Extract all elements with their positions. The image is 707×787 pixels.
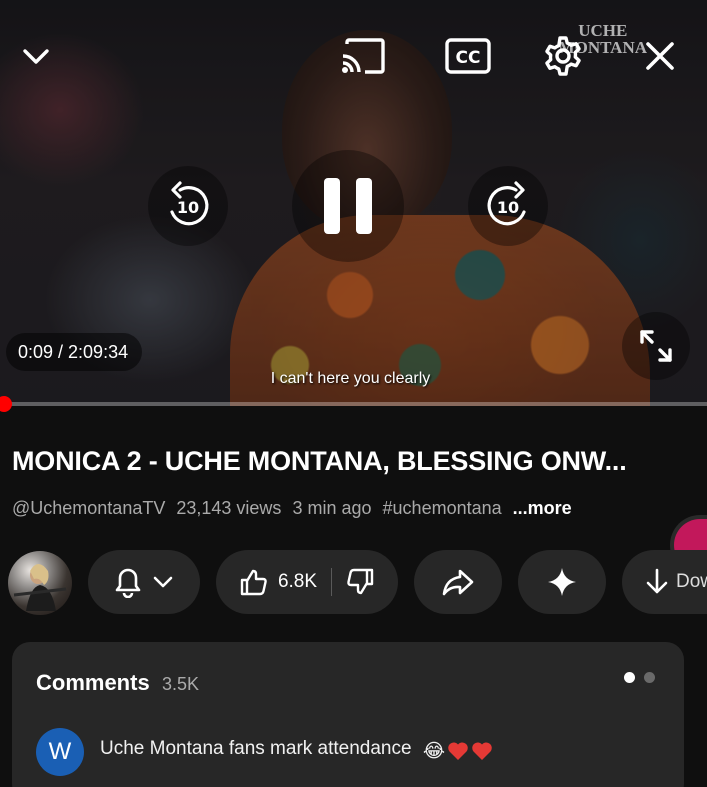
forward-seconds-label: 10 <box>497 198 519 217</box>
progress-bar[interactable] <box>0 402 707 406</box>
captions-button[interactable]: CC <box>442 30 494 82</box>
video-metadata[interactable]: @UchemontanaTV 23,143 views 3 min ago #u… <box>12 498 578 519</box>
close-button[interactable] <box>634 30 686 82</box>
like-count: 6.8K <box>277 571 318 592</box>
time-display: 0:09 / 2:09:34 <box>6 333 143 371</box>
captions-label: CC <box>456 48 481 68</box>
thumbs-up-icon[interactable] <box>238 567 268 597</box>
comments-title: Comments <box>36 670 150 695</box>
progress-scrubber-handle[interactable] <box>0 396 12 412</box>
upload-age: 3 min ago <box>292 498 372 518</box>
avatar-image <box>13 564 67 611</box>
chevron-down-icon <box>153 576 173 588</box>
download-label: Dow <box>676 571 707 592</box>
commenter-avatar: W <box>36 728 84 776</box>
rewind-10-icon: 10 <box>170 181 209 226</box>
pause-icon <box>324 178 372 234</box>
hashtag-link[interactable]: #uchemontana <box>383 498 502 518</box>
rewind-seconds-label: 10 <box>177 198 199 217</box>
view-count: 23,143 views <box>176 498 282 518</box>
thumbs-down-icon[interactable] <box>346 567 376 597</box>
comments-card[interactable]: Comments 3.5K W Uche Montana fans mark a… <box>12 642 684 787</box>
subscribe-notifications-button[interactable] <box>88 550 200 614</box>
laughing-emoji: 😂 <box>422 740 446 762</box>
close-icon <box>646 42 674 70</box>
collapse-button[interactable] <box>10 30 62 82</box>
comment-emojis: 😂 <box>423 740 493 762</box>
heart-icon <box>448 742 468 760</box>
settings-button[interactable] <box>537 30 589 82</box>
forward-10-icon: 10 <box>487 181 526 226</box>
top-comment-text: Uche Montana fans mark attendance <box>100 738 412 759</box>
channel-avatar[interactable] <box>8 551 72 615</box>
subtitle-caption: I can't here you clearly <box>270 370 431 387</box>
gear-icon <box>545 36 581 76</box>
cast-icon <box>342 38 385 74</box>
bell-icon <box>115 568 141 598</box>
remix-button[interactable] <box>518 550 606 614</box>
channel-handle[interactable]: @UchemontanaTV <box>12 498 165 518</box>
heart-icon <box>472 742 492 760</box>
download-button[interactable]: Dow <box>622 550 707 614</box>
forward-button[interactable]: 10 <box>468 166 548 246</box>
like-dislike-group[interactable]: 6.8K <box>216 550 398 614</box>
like-divider <box>331 568 333 596</box>
fullscreen-icon <box>640 330 672 362</box>
share-button[interactable] <box>414 550 502 614</box>
cast-button[interactable] <box>337 30 389 82</box>
share-icon <box>442 569 474 596</box>
pager-dot-inactive[interactable] <box>644 672 655 683</box>
sparkle-icon <box>548 568 576 596</box>
download-icon <box>646 568 668 594</box>
pause-button[interactable] <box>292 150 404 262</box>
cc-icon: CC <box>445 38 491 74</box>
more-button[interactable]: ...more <box>513 498 572 518</box>
video-title[interactable]: MONICA 2 - UCHE MONTANA, BLESSING ONW... <box>12 446 702 477</box>
chevron-down-icon <box>23 49 49 64</box>
top-comment: Uche Montana fans mark attendance 😂 <box>100 738 493 762</box>
comments-count: 3.5K <box>162 674 200 694</box>
pager-dot-active[interactable] <box>624 672 635 683</box>
rewind-button[interactable]: 10 <box>148 166 228 246</box>
